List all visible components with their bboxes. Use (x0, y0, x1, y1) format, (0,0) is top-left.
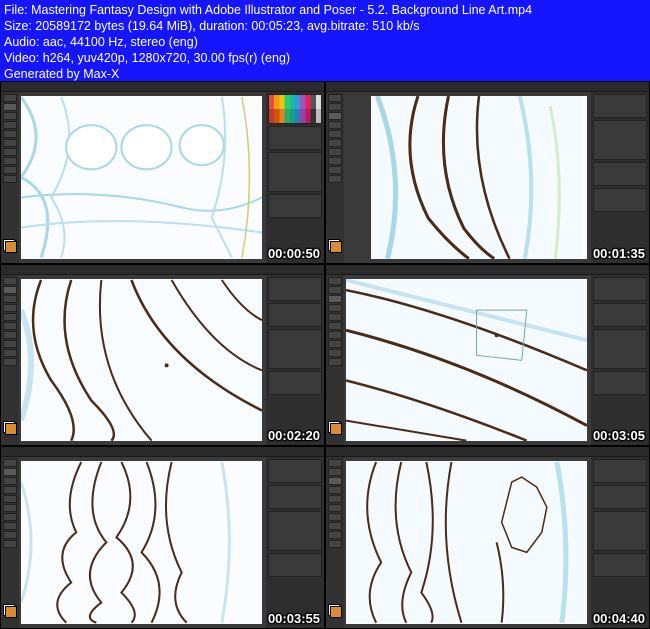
menubar (326, 265, 649, 275)
timestamp: 00:01:35 (593, 246, 645, 261)
tool-panel (1, 92, 19, 263)
panels (591, 92, 649, 263)
tool-panel (326, 275, 344, 446)
thumbnail: 00:02:20 (0, 264, 325, 447)
panels (266, 457, 324, 628)
fill-stroke-icon (328, 239, 342, 253)
thumbnail: 00:03:55 (0, 446, 325, 629)
thumbnail: 00:01:35 (325, 81, 650, 264)
menubar (1, 265, 324, 275)
app-ui (326, 265, 649, 446)
menubar (1, 447, 324, 457)
timestamp: 00:03:55 (268, 611, 320, 626)
info-header: File: Mastering Fantasy Design with Adob… (0, 0, 650, 81)
tool-panel (326, 457, 344, 628)
swatches-panel (268, 94, 322, 124)
panels (266, 275, 324, 446)
artboard (371, 96, 587, 259)
thumbnail: 00:00:50 (0, 81, 325, 264)
fill-stroke-icon (328, 604, 342, 618)
app-ui (1, 82, 324, 263)
artboard (21, 96, 262, 259)
artboard (346, 461, 587, 624)
fill-stroke-icon (3, 239, 17, 253)
tool-panel (1, 275, 19, 446)
thumbnail: 00:04:40 (325, 446, 650, 629)
video-line: Video: h264, yuv420p, 1280x720, 30.00 fp… (4, 50, 646, 66)
fill-stroke-icon (328, 421, 342, 435)
file-line: File: Mastering Fantasy Design with Adob… (4, 2, 646, 18)
fill-stroke-icon (3, 421, 17, 435)
fill-stroke-icon (3, 604, 17, 618)
tool-panel (326, 92, 344, 263)
timestamp: 00:04:40 (593, 611, 645, 626)
panels (591, 275, 649, 446)
timestamp: 00:03:05 (593, 428, 645, 443)
artboard (21, 461, 262, 624)
tool-panel (1, 457, 19, 628)
menubar (326, 82, 649, 92)
audio-line: Audio: aac, 44100 Hz, stereo (eng) (4, 34, 646, 50)
thumbnail-grid: 00:00:50 00:01:35 00:02:20 00:03:05 00:0… (0, 81, 650, 629)
app-ui (326, 447, 649, 628)
menubar (1, 82, 324, 92)
app-ui (1, 447, 324, 628)
artboard (346, 279, 587, 442)
panels (591, 457, 649, 628)
artboard (21, 279, 262, 442)
size-line: Size: 20589172 bytes (19.64 MiB), durati… (4, 18, 646, 34)
generated-line: Generated by Max-X (4, 66, 646, 82)
app-ui (1, 265, 324, 446)
thumbnail: 00:03:05 (325, 264, 650, 447)
timestamp: 00:02:20 (268, 428, 320, 443)
panels (266, 92, 324, 263)
app-ui (326, 82, 649, 263)
menubar (326, 447, 649, 457)
timestamp: 00:00:50 (268, 246, 320, 261)
